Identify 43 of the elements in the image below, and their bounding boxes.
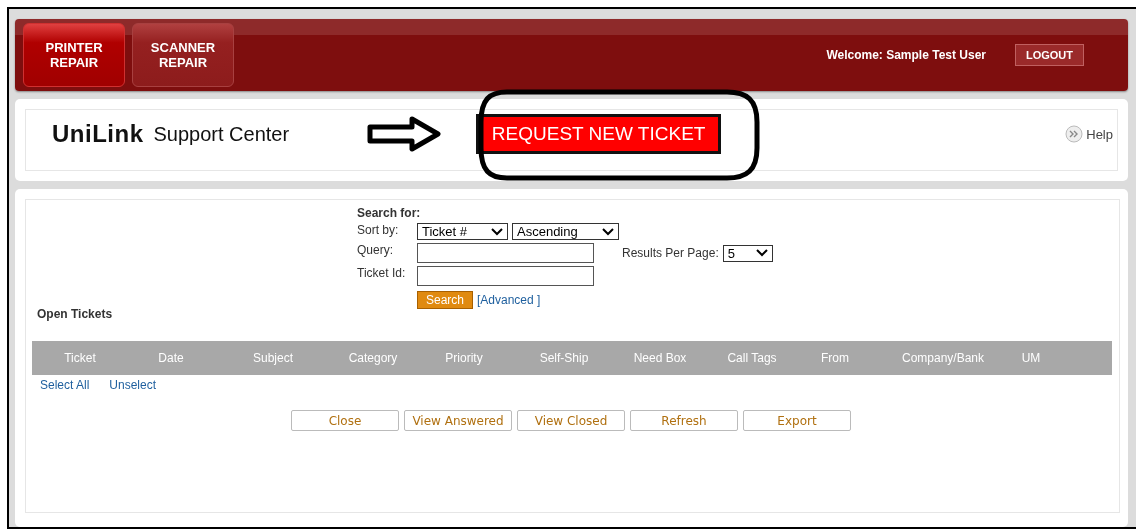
column-header: Ticket [63,351,97,365]
action-button[interactable]: View Answered [404,410,512,431]
select-all-link[interactable]: Select All [40,378,90,392]
request-ticket-button[interactable]: REQUEST NEW TICKET [476,114,722,154]
results-dropdown[interactable]: 5 [722,244,773,262]
logo: UniLink [52,120,144,148]
column-header: Category [347,351,399,365]
section-title: Open Tickets [37,307,114,321]
sort-label: Sort by: [357,223,400,239]
results-label: Results Per Page: [622,246,719,260]
nav-tab[interactable]: SCANNER REPAIR [132,23,234,87]
nav-tab[interactable]: PRINTER REPAIR [23,23,125,87]
column-header: Date [157,351,185,365]
column-header: Need Box [632,351,688,365]
ticket-id-label: Ticket Id: [357,266,407,282]
action-button[interactable]: Export [743,410,851,431]
chevron-icon [755,249,768,257]
search-heading: Search for: [357,206,422,220]
forward-icon [1065,125,1084,143]
action-button[interactable]: Refresh [630,410,738,431]
page-title: Support Center [153,122,290,146]
column-header: Call Tags [726,351,778,365]
column-header: UM [1020,351,1042,365]
sort-field-dropdown[interactable]: Ticket # [417,223,508,240]
query-label: Query: [357,243,394,259]
chevron-icon [491,227,503,236]
help-link[interactable]: Help [1065,125,1113,143]
sort-order-dropdown[interactable]: Ascending [512,223,619,240]
action-button[interactable]: Close [291,410,399,431]
column-header: Priority [444,351,484,365]
action-button[interactable]: View Closed [517,410,625,431]
query-field[interactable] [417,243,594,263]
unselect-link[interactable]: Unselect [109,378,157,392]
advanced-link[interactable]: [Advanced ] [477,293,541,307]
logout-button[interactable]: LOGOUT [1015,44,1084,66]
column-header: Company/Bank [900,351,985,365]
column-header: Self-Ship [538,351,590,365]
column-header: Subject [252,351,294,365]
column-header: From [820,351,850,365]
ticket-id-field[interactable] [417,266,594,286]
welcome-text: Welcome: Sample Test User [826,48,986,62]
chevron-icon [602,227,614,236]
arrow-icon [367,116,442,152]
